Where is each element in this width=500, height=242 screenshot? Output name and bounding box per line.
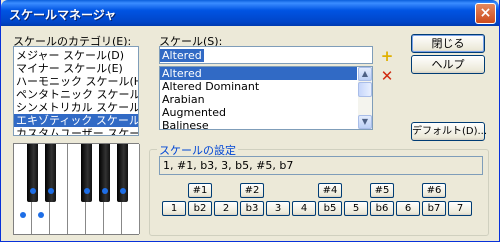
category-item[interactable]: ハーモニック スケール(H) [14,75,138,88]
scale-name-value: Altered [160,49,204,62]
note-button[interactable]: b6 [370,201,394,216]
scale-item[interactable]: Augmented [160,106,357,119]
default-button[interactable]: デフォルト(D)... [411,122,487,141]
note-button[interactable]: 2 [214,201,238,216]
sharp-note-button[interactable]: #6 [422,183,446,198]
scroll-thumb[interactable] [358,82,372,97]
sharp-note-button[interactable]: #1 [188,183,212,198]
scale-degree-dot [102,188,108,194]
scroll-down-icon[interactable]: ▼ [358,115,372,129]
scale-item[interactable]: Arabian [160,93,357,106]
help-button[interactable]: ヘルプ [411,55,485,74]
sharp-note-button[interactable]: #5 [370,183,394,198]
category-item[interactable]: エキゾティック スケール(X) [14,114,138,127]
scroll-up-icon[interactable]: ▲ [358,67,372,81]
scale-manager-window: スケールマネージャ × スケールのカテゴリ(E): メジャー スケール(D) マイ… [0,0,500,242]
note-button[interactable]: 3 [266,201,290,216]
scale-list-scrollbar[interactable]: ▲ ▼ [358,67,372,129]
close-window-icon[interactable]: × [475,3,496,24]
category-item[interactable]: マイナー スケール(E) [14,62,138,75]
note-button[interactable]: 4 [292,201,316,216]
sharp-note-button[interactable]: #2 [240,183,264,198]
scale-item[interactable]: Altered Dominant [160,80,357,93]
scale-listbox[interactable]: Altered Altered Dominant Arabian Augmented B… [159,66,373,130]
note-button[interactable]: b7 [422,201,446,216]
note-button[interactable]: b3 [240,201,264,216]
piano-keyboard[interactable] [13,143,140,235]
note-button[interactable]: 7 [448,201,472,216]
scale-degree-dot [84,188,90,194]
note-button[interactable]: b2 [188,201,212,216]
scale-degree-dot [38,212,44,218]
category-item[interactable]: シンメトリカル スケール(S) [14,101,138,114]
scale-degree-dot [120,188,126,194]
sharp-note-button[interactable]: #4 [318,183,342,198]
scale-formula-field: 1, #1, b3, 3, b5, #5, b7 [159,156,483,175]
add-scale-icon[interactable]: + [379,48,395,64]
note-button[interactable]: 1 [162,201,186,216]
delete-scale-icon[interactable]: ✕ [379,68,395,84]
note-button[interactable]: b5 [318,201,342,216]
title-bar[interactable]: スケールマネージャ × [1,0,499,26]
note-button[interactable]: 5 [344,201,368,216]
note-button[interactable]: 6 [396,201,420,216]
category-item[interactable]: メジャー スケール(D) [14,49,138,62]
category-listbox[interactable]: メジャー スケール(D) マイナー スケール(E) ハーモニック スケール(H) ペン… [13,46,139,136]
category-item[interactable]: ペンタトニック スケール(P) [14,88,138,101]
scale-degree-dot [20,212,26,218]
scale-name-field[interactable]: Altered [159,46,373,64]
scale-item[interactable]: Balinese [160,119,357,129]
close-button[interactable]: 閉じる [411,34,485,53]
scale-item[interactable]: Altered [160,67,357,80]
window-title: スケールマネージャ [9,8,117,22]
category-item[interactable]: カスタムユーザー スケール(U) [14,127,138,135]
scale-degree-dot [30,188,36,194]
scale-degree-dot [48,188,54,194]
